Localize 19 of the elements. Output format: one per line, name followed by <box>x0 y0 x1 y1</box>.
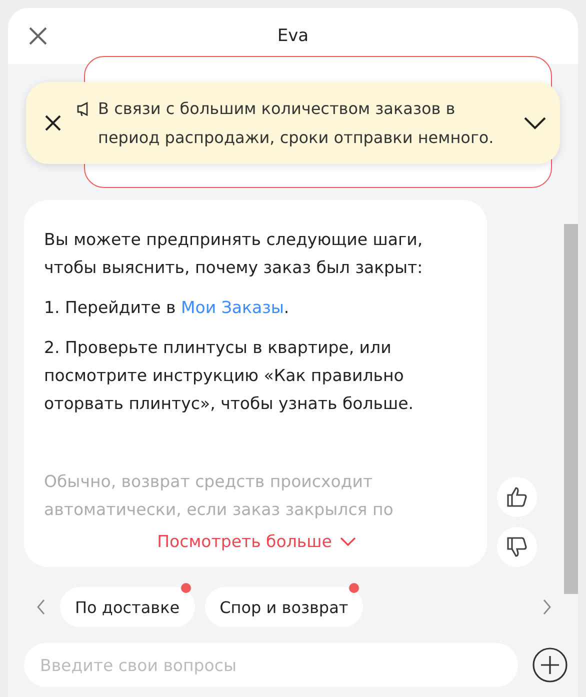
chevron-down-icon[interactable] <box>524 116 546 130</box>
message-text: Вы можете предпринять следующие шаги, чтобы выяснить, почему заказ был закрыт: <box>44 229 424 279</box>
see-more-button[interactable]: Посмотреть больше <box>153 528 360 555</box>
chevron-down-icon <box>340 536 356 546</box>
question-input[interactable]: Введите свои вопросы <box>24 643 518 687</box>
message-text: 2. Проверьте плинтусы в квартире, или посмотрите инструкцию «Как правильно оторвать плинтус», чтобы узнать больше. <box>44 337 415 415</box>
message-text: 1. Перейдите в Мои Заказы. <box>44 297 290 319</box>
add-icon[interactable] <box>532 647 568 683</box>
thumbs-up-icon <box>505 485 529 509</box>
chat-title: Eva <box>277 26 309 46</box>
scrollbar-thumb[interactable] <box>564 224 578 594</box>
message-text: Обычно, возврат средств происходит автоматически, если заказ закрылся по <box>44 471 394 521</box>
notice-text: В связи с большим количеством заказов в период распродажи, сроки отправки немного. <box>98 98 495 149</box>
chevron-right-icon[interactable] <box>542 599 552 615</box>
close-icon[interactable] <box>44 114 62 132</box>
chevron-left-icon[interactable] <box>36 599 46 615</box>
thumbs-down-icon <box>505 535 529 559</box>
thumbs-down-button[interactable] <box>497 527 537 567</box>
thumbs-up-button[interactable] <box>497 477 537 517</box>
